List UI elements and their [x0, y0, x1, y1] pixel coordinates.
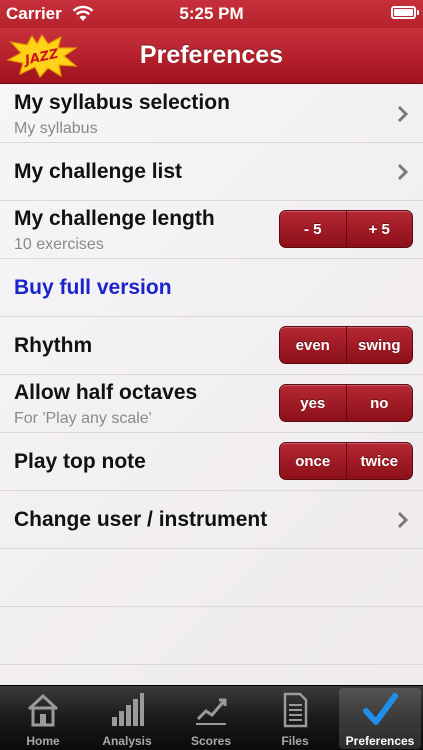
tab-label: Scores — [190, 734, 232, 748]
half-octaves-segmented-control: yes no — [279, 384, 413, 422]
status-bar: Carrier 5:25 PM — [0, 0, 423, 28]
row-title: Allow half octaves — [14, 381, 198, 404]
battery-icon — [391, 6, 419, 19]
tab-bar: Home Analysis Scores Files Preferences — [0, 685, 423, 750]
row-subtitle: 10 exercises — [14, 236, 104, 253]
row-title: Change user / instrument — [14, 508, 268, 531]
rhythm-swing-button[interactable]: swing — [345, 327, 413, 363]
checkmark-icon — [363, 693, 398, 725]
nav-bar: JAZZ Preferences — [0, 28, 423, 84]
half-octaves-no-button[interactable]: no — [345, 385, 413, 421]
challenge-length-stepper: - 5 + 5 — [279, 210, 413, 248]
row-title: Play top note — [14, 450, 146, 473]
row-allow-half-octaves: Allow half octaves For 'Play any scale' … — [0, 375, 423, 433]
scores-icon — [196, 698, 227, 725]
chevron-right-icon — [397, 105, 409, 123]
decrease-length-button[interactable]: - 5 — [280, 211, 346, 247]
top-note-segmented-control: once twice — [279, 442, 413, 480]
row-subtitle: My syllabus — [14, 120, 98, 137]
half-octaves-yes-button[interactable]: yes — [280, 385, 346, 421]
row-challenge-length: My challenge length 10 exercises - 5 + 5 — [0, 201, 423, 259]
row-challenge-list[interactable]: My challenge list — [0, 143, 423, 201]
increase-length-button[interactable]: + 5 — [345, 211, 413, 247]
status-time: 5:25 PM — [179, 4, 244, 23]
tab-preferences[interactable]: Preferences — [339, 688, 421, 749]
page-title: Preferences — [139, 41, 284, 69]
buy-full-version-link[interactable]: Buy full version — [14, 276, 172, 300]
chevron-right-icon — [397, 511, 409, 529]
row-buy-full-version[interactable]: Buy full version — [0, 259, 423, 317]
tab-home[interactable]: Home — [2, 688, 84, 749]
rhythm-segmented-control: even swing — [279, 326, 413, 364]
row-rhythm: Rhythm even swing — [0, 317, 423, 375]
tab-label: Analysis — [102, 734, 152, 748]
row-title: My challenge length — [14, 207, 215, 230]
files-icon — [283, 692, 308, 728]
row-subtitle: For 'Play any scale' — [14, 410, 152, 427]
top-note-twice-button[interactable]: twice — [345, 443, 413, 479]
tab-analysis[interactable]: Analysis — [86, 688, 168, 749]
preferences-list: My syllabus selection My syllabus My cha… — [0, 85, 423, 685]
tab-scores[interactable]: Scores — [170, 688, 252, 749]
tab-files[interactable]: Files — [254, 688, 336, 749]
row-syllabus-selection[interactable]: My syllabus selection My syllabus — [0, 85, 423, 143]
chevron-right-icon — [397, 163, 409, 181]
rhythm-even-button[interactable]: even — [280, 327, 346, 363]
row-title: Rhythm — [14, 334, 93, 357]
row-play-top-note: Play top note once twice — [0, 433, 423, 491]
tab-label: Files — [281, 734, 309, 748]
row-title: My challenge list — [14, 160, 183, 183]
tab-label: Preferences — [345, 734, 415, 748]
analysis-icon — [112, 693, 144, 726]
row-title: My syllabus selection — [14, 91, 230, 114]
tab-label: Home — [26, 734, 60, 748]
row-change-user[interactable]: Change user / instrument — [0, 491, 423, 549]
top-note-once-button[interactable]: once — [280, 443, 346, 479]
home-icon — [27, 693, 59, 727]
